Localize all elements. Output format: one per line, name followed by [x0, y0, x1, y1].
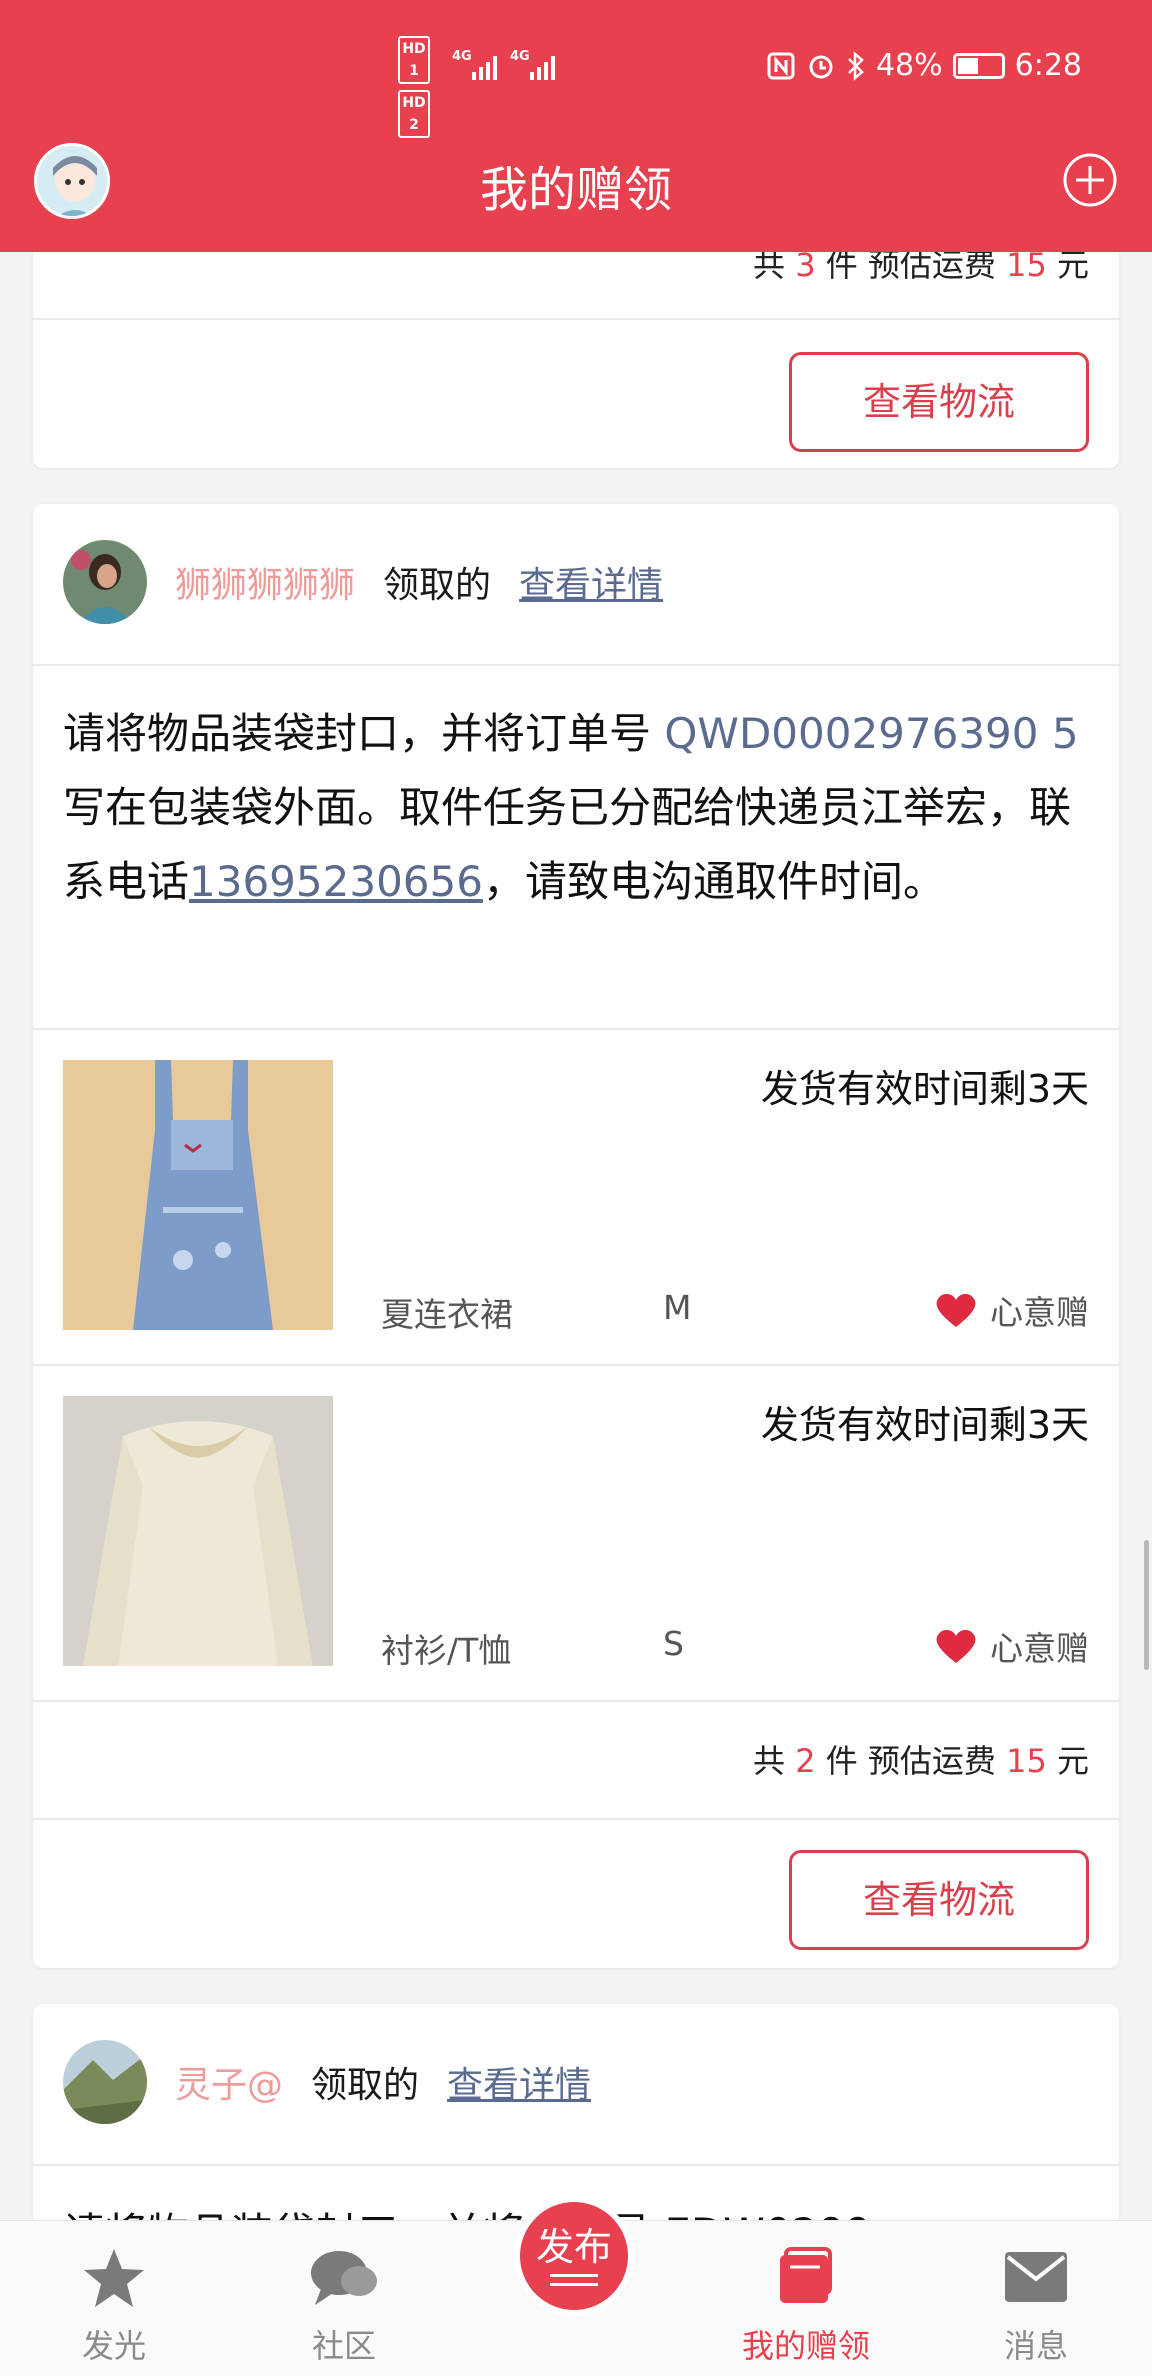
- username[interactable]: 狮狮狮狮狮: [175, 556, 355, 608]
- page-title: 我的赠领: [479, 162, 672, 218]
- divider: [33, 2164, 1119, 2166]
- status-bar: HD 1 HD 2 4G 4G 48% 6:28: [0, 0, 1152, 138]
- battery-icon: [952, 52, 1005, 79]
- hd1-badge: HD 1: [398, 36, 430, 84]
- hd2-badge: HD 2: [398, 90, 430, 138]
- star-icon: [84, 2249, 144, 2307]
- clock: 6:28: [1014, 48, 1082, 83]
- view-logistics-button[interactable]: 查看物流: [789, 352, 1089, 452]
- book-icon: [780, 2247, 832, 2303]
- card-user-row: 狮狮狮狮狮 领取的 查看详情: [63, 540, 663, 624]
- gift-type: 心意赠: [934, 1286, 1089, 1334]
- tab-my-gifts[interactable]: 我的赠领: [726, 2221, 886, 2376]
- signal-icon: 4G 4G: [452, 49, 555, 80]
- divider: [33, 664, 1119, 666]
- svg-text:4G: 4G: [510, 49, 530, 64]
- item-size: S: [663, 1624, 684, 1663]
- order-summary: 共 2 件 预估运费 15 元: [753, 1742, 1089, 1780]
- heart-icon: [936, 1629, 976, 1663]
- pickup-instructions: 请将物品装袋封口，并将订单号 QWD0002976390 5 写在包装袋外面。取…: [63, 709, 1079, 906]
- shipping-validity: 发货有效时间剩3天: [760, 1403, 1089, 1447]
- shipping-validity: 发货有效时间剩3天: [760, 1067, 1089, 1111]
- divider: [33, 1700, 1119, 1702]
- order-number: QWD0002976390 5: [664, 709, 1079, 758]
- battery-percent: 48%: [875, 48, 943, 83]
- chat-bubbles-icon: [311, 2251, 377, 2305]
- username[interactable]: 灵子@: [175, 2056, 283, 2108]
- add-circle-icon[interactable]: [1062, 152, 1118, 208]
- received-label: 领取的: [311, 2065, 420, 2106]
- envelope-icon: [1005, 2252, 1067, 2302]
- app-header: HD 1 HD 2 4G 4G 48% 6:28 我的赠领: [0, 0, 1152, 252]
- tab-glow[interactable]: 发光: [34, 2221, 194, 2376]
- view-detail-link[interactable]: 查看详情: [519, 556, 663, 608]
- divider: [33, 318, 1119, 320]
- bluetooth-icon: [848, 50, 864, 81]
- user-avatar[interactable]: [63, 540, 147, 624]
- item-name: 衬衫/T恤: [381, 1631, 512, 1670]
- divider: [33, 1818, 1119, 1820]
- order-card: 狮狮狮狮狮 领取的 查看详情 请将物品装袋封口，并将订单号 QWD0002976…: [33, 504, 1119, 1968]
- item-size: M: [663, 1288, 692, 1327]
- status-right: 48% 6:28: [766, 48, 1082, 83]
- order-item[interactable]: 发货有效时间剩3天 夏连衣裙 M 心意赠: [33, 1030, 1119, 1366]
- publish-button[interactable]: 发布: [514, 2196, 634, 2316]
- tab-messages[interactable]: 消息: [956, 2221, 1116, 2376]
- courier-phone-link[interactable]: 13695230656: [189, 857, 483, 906]
- order-item[interactable]: 发货有效时间剩3天 衬衫/T恤 S 心意赠: [33, 1366, 1119, 1702]
- user-avatar[interactable]: [63, 2040, 147, 2124]
- item-name: 夏连衣裙: [381, 1295, 513, 1334]
- hd-indicators: HD 1 HD 2: [398, 36, 430, 144]
- card-user-row: 灵子@ 领取的 查看详情: [63, 2040, 591, 2124]
- svg-text:4G: 4G: [452, 49, 472, 64]
- nfc-icon: [767, 52, 795, 79]
- menu-lines-icon: [550, 2274, 598, 2286]
- tab-community[interactable]: 社区: [264, 2221, 424, 2376]
- received-label: 领取的: [383, 565, 492, 606]
- view-logistics-button[interactable]: 查看物流: [789, 1850, 1089, 1950]
- heart-icon: [936, 1293, 976, 1327]
- item-photo-blouse: [63, 1396, 333, 1666]
- gift-type: 心意赠: [934, 1622, 1089, 1670]
- view-detail-link[interactable]: 查看详情: [447, 2056, 591, 2108]
- scrollbar[interactable]: [1144, 1540, 1149, 1670]
- alarm-icon: [809, 55, 833, 78]
- item-photo-dress: [63, 1060, 333, 1330]
